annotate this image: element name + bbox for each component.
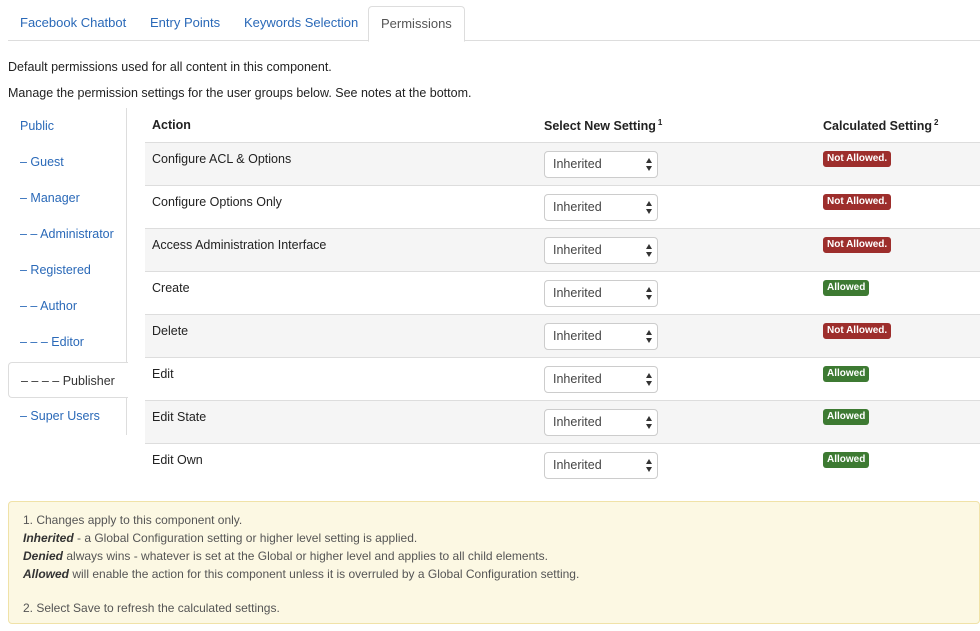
tab-permissions[interactable]: Permissions xyxy=(368,6,465,42)
setting-select[interactable]: Inherited xyxy=(544,237,658,264)
action-label: Delete xyxy=(152,324,189,338)
intro-default-text: Default permissions used for all content… xyxy=(8,60,332,74)
setting-select[interactable]: Inherited xyxy=(544,452,658,479)
setting-select[interactable]: Inherited xyxy=(544,323,658,350)
note-term-inherited: Inherited xyxy=(23,531,74,545)
table-row: Edit Own Inherited Allowed xyxy=(145,443,980,486)
tab-facebook-chatbot[interactable]: Facebook Chatbot xyxy=(8,6,138,41)
calculated-status-badge: Not Allowed. xyxy=(823,151,892,167)
note-denied: Denied always wins - whatever is set at … xyxy=(23,547,979,565)
calculated-status-badge: Allowed xyxy=(823,280,870,296)
select-arrows-icon xyxy=(645,244,652,257)
permission-notes: 1. Changes apply to this component only.… xyxy=(8,501,980,624)
group-editor[interactable]: – – – Editor xyxy=(8,324,127,360)
setting-select-value: Inherited xyxy=(553,286,602,300)
note-inherited: Inherited - a Global Configuration setti… xyxy=(23,529,979,547)
table-row: Configure ACL & Options Inherited Not Al… xyxy=(145,142,980,185)
tab-keywords-selection[interactable]: Keywords Selection xyxy=(232,6,370,41)
action-label: Create xyxy=(152,281,190,295)
header-action: Action xyxy=(152,118,191,132)
action-label: Edit State xyxy=(152,410,207,424)
tab-entry-points[interactable]: Entry Points xyxy=(138,6,232,41)
select-arrows-icon xyxy=(645,287,652,300)
calculated-status-badge: Not Allowed. xyxy=(823,194,892,210)
calculated-status-badge: Allowed xyxy=(823,452,870,468)
select-arrows-icon xyxy=(645,330,652,343)
action-label: Edit Own xyxy=(152,453,203,467)
calculated-status-badge: Allowed xyxy=(823,409,870,425)
table-row: Delete Inherited Not Allowed. xyxy=(145,314,980,357)
header-select-label: Select New Setting xyxy=(544,119,656,133)
select-arrows-icon xyxy=(645,201,652,214)
user-group-list: Public – Guest – Manager – – Administrat… xyxy=(8,108,128,435)
note-term-allowed: Allowed xyxy=(23,567,70,581)
setting-select-value: Inherited xyxy=(553,372,602,386)
header-calculated-footnote: 2 xyxy=(934,118,939,127)
note-text-denied: always wins - whatever is set at the Glo… xyxy=(63,549,548,563)
setting-select-value: Inherited xyxy=(553,458,602,472)
select-arrows-icon xyxy=(645,158,652,171)
header-calculated-label: Calculated Setting xyxy=(823,119,933,133)
note-allowed: Allowed will enable the action for this … xyxy=(23,565,979,583)
setting-select[interactable]: Inherited xyxy=(544,194,658,221)
setting-select-value: Inherited xyxy=(553,243,602,257)
table-row: Edit State Inherited Allowed xyxy=(145,400,980,443)
group-registered[interactable]: – Registered xyxy=(8,252,127,288)
group-guest[interactable]: – Guest xyxy=(8,144,127,180)
table-row: Create Inherited Allowed xyxy=(145,271,980,314)
calculated-status-badge: Not Allowed. xyxy=(823,323,892,339)
note-changes: 1. Changes apply to this component only. xyxy=(23,513,243,527)
calculated-status-badge: Not Allowed. xyxy=(823,237,892,253)
header-select-footnote: 1 xyxy=(657,118,663,127)
note-text-allowed: will enable the action for this componen… xyxy=(69,567,580,581)
table-row: Configure Options Only Inherited Not All… xyxy=(145,185,980,228)
action-label: Edit xyxy=(152,367,174,381)
group-publisher[interactable]: – – – – Publisher xyxy=(8,362,128,398)
table-row: Access Administration Interface Inherite… xyxy=(145,228,980,271)
group-manager[interactable]: – Manager xyxy=(8,180,127,216)
setting-select-value: Inherited xyxy=(553,157,602,171)
setting-select-value: Inherited xyxy=(553,415,602,429)
intro-manage-text: Manage the permission settings for the u… xyxy=(8,86,472,100)
header-calculated-setting: Calculated Setting 2 xyxy=(823,118,939,133)
action-label: Access Administration Interface xyxy=(152,238,327,252)
setting-select-value: Inherited xyxy=(553,329,602,343)
select-arrows-icon xyxy=(645,373,652,386)
setting-select[interactable]: Inherited xyxy=(544,409,658,436)
table-row: Edit Inherited Allowed xyxy=(145,357,980,400)
group-super-users[interactable]: – Super Users xyxy=(8,398,127,434)
group-author[interactable]: – – Author xyxy=(8,288,127,324)
select-arrows-icon xyxy=(645,416,652,429)
action-label: Configure Options Only xyxy=(152,195,282,209)
calculated-status-badge: Allowed xyxy=(823,366,870,382)
setting-select[interactable]: Inherited xyxy=(544,151,658,178)
tab-bar: Facebook Chatbot Entry Points Keywords S… xyxy=(8,6,980,42)
note-text-inherited: - a Global Configuration setting or high… xyxy=(73,531,418,545)
setting-select-value: Inherited xyxy=(553,200,602,214)
header-select-new-setting: Select New Setting 1 xyxy=(544,118,662,133)
setting-select[interactable]: Inherited xyxy=(544,280,658,307)
group-administrator[interactable]: – – Administrator xyxy=(8,216,127,252)
group-public[interactable]: Public xyxy=(8,108,127,144)
action-label: Configure ACL & Options xyxy=(152,152,292,166)
select-arrows-icon xyxy=(645,459,652,472)
setting-select[interactable]: Inherited xyxy=(544,366,658,393)
note-save: 2. Select Save to refresh the calculated… xyxy=(23,601,280,615)
note-term-denied: Denied xyxy=(23,549,64,563)
